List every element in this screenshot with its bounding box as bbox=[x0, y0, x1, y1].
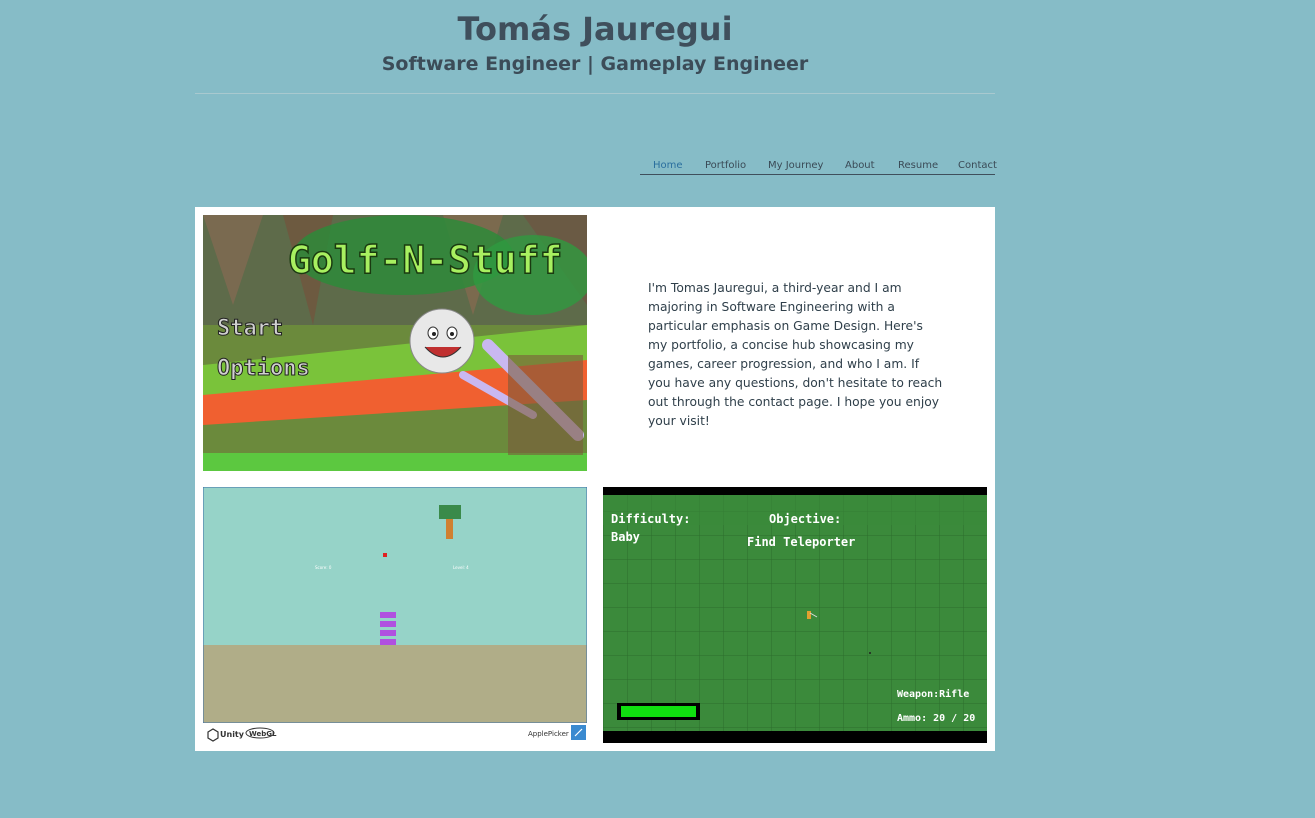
apple-picker-scene: Score: 0 Level: 4 Unity WebGL ApplePicke… bbox=[203, 487, 587, 743]
ammo-label: Ammo: 20 / 20 bbox=[897, 713, 975, 724]
falling-apple bbox=[383, 553, 387, 557]
golf-game-title: Golf-N-Stuff bbox=[288, 238, 563, 282]
difficulty-value: Baby bbox=[611, 530, 640, 544]
nav-resume[interactable]: Resume bbox=[898, 160, 938, 171]
site-title: Tomás Jauregui bbox=[457, 10, 733, 48]
webgl-label: WebGL bbox=[249, 730, 277, 738]
shooter-game-screenshot[interactable]: Difficulty: Baby Objective: Find Telepor… bbox=[603, 487, 987, 743]
nav-home[interactable]: Home bbox=[653, 160, 683, 171]
tree-foliage bbox=[439, 505, 461, 519]
basket bbox=[380, 612, 396, 618]
site-header: Tomás Jauregui Software Engineer | Gamep… bbox=[195, 0, 995, 94]
score-label: Score: 0 bbox=[315, 565, 332, 570]
weapon-label: Weapon:Rifle bbox=[897, 688, 969, 700]
objective-value: Find Teleporter bbox=[747, 535, 855, 549]
site-subtitle: Software Engineer | Gameplay Engineer bbox=[381, 53, 809, 75]
unity-label: Unity bbox=[220, 730, 245, 739]
golf-game-scene: Golf-N-Stuff Start Options bbox=[203, 215, 587, 471]
apple-picker-title: ApplePicker bbox=[528, 730, 569, 738]
basket bbox=[380, 639, 396, 645]
difficulty-label: Difficulty: bbox=[611, 512, 690, 526]
intro-text: I'm Tomas Jauregui, a third-year and I a… bbox=[648, 281, 943, 428]
basket bbox=[380, 630, 396, 636]
health-bar-fill bbox=[621, 706, 696, 717]
main-nav: Home Portfolio My Journey About Resume C… bbox=[640, 158, 997, 175]
shooter-game-scene: Difficulty: Baby Objective: Find Telepor… bbox=[603, 487, 987, 743]
objective-label: Objective: bbox=[769, 512, 841, 526]
tree-trunk bbox=[446, 519, 453, 539]
nav-portfolio[interactable]: Portfolio bbox=[705, 160, 746, 171]
nav-my-journey[interactable]: My Journey bbox=[768, 160, 823, 171]
golf-menu-options[interactable]: Options bbox=[217, 356, 311, 382]
golf-menu-start[interactable]: Start bbox=[217, 316, 284, 342]
basket bbox=[380, 621, 396, 627]
golf-game-screenshot[interactable]: Golf-N-Stuff Start Options bbox=[203, 215, 587, 471]
golf-ball-mascot bbox=[409, 308, 475, 374]
level-label: Level: 4 bbox=[453, 565, 469, 570]
expand-icon[interactable] bbox=[571, 725, 586, 740]
nav-contact[interactable]: Contact bbox=[958, 160, 997, 171]
nav-about[interactable]: About bbox=[845, 160, 875, 171]
apple-picker-game[interactable]: Score: 0 Level: 4 Unity WebGL ApplePicke… bbox=[203, 487, 587, 743]
